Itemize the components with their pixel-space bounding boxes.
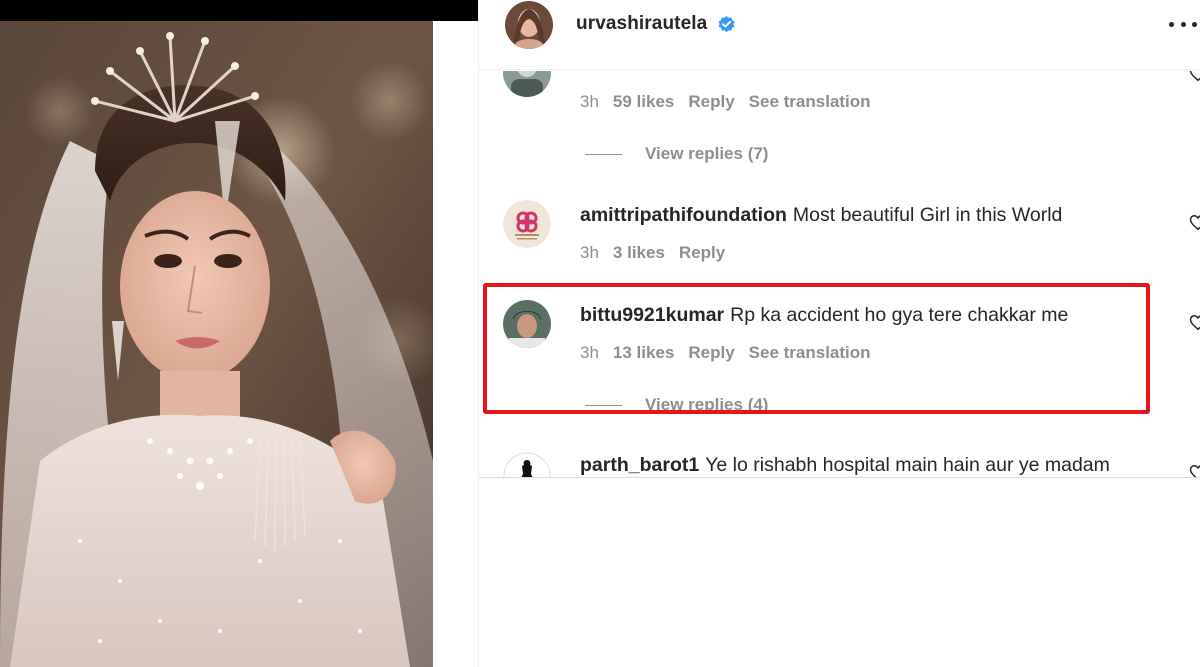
comment-content: amittripathifoundation Most beautiful Gir… [580,204,1062,227]
post-photo[interactable] [0,21,433,667]
comment-likes[interactable]: 59 likes [613,92,674,111]
like-heart-icon[interactable] [1189,314,1200,331]
media-top-bar [0,0,478,21]
comment-text: Ye lo rishabh hospital main hain aur ye … [705,454,1110,476]
comment-text: Rp ka accident ho gya tere chakkar me [730,304,1069,326]
comments-list[interactable]: 3h 59 likes Reply See translation View repl… [479,71,1200,478]
replies-divider-line [585,405,622,407]
see-translation-button[interactable]: See translation [749,343,871,362]
replies-divider-line [585,154,622,156]
comment-text: Most beautiful Girl in this World [792,204,1063,226]
comment-time: 3h [580,343,599,362]
comment-avatar[interactable] [503,200,551,248]
author-avatar[interactable] [505,1,553,49]
comment-avatar[interactable] [503,71,551,97]
comment-meta: 3h 3 likes Reply [580,243,739,263]
comment-likes[interactable]: 3 likes [613,243,665,262]
comments-divider [479,477,1200,478]
comments-panel: urvashirautela 3h 59 likes Reply See transl… [478,0,1200,667]
reply-button[interactable]: Reply [679,243,725,262]
comment-time: 3h [580,92,599,111]
view-replies-label: View replies (7) [645,144,769,163]
comment-meta: 3h 13 likes Reply See translation [580,343,885,363]
reply-button[interactable]: Reply [688,92,734,111]
comment-avatar[interactable] [503,452,551,478]
author-username[interactable]: urvashirautela [576,13,707,35]
comment-content [580,71,586,78]
like-heart-icon[interactable] [1189,214,1200,231]
like-heart-icon[interactable] [1189,464,1200,478]
comment-username[interactable]: amittripathifoundation [580,204,787,226]
comment-username[interactable]: parth_barot1 [580,454,699,476]
verified-badge-icon [718,15,735,33]
comment-content: bittu9921kumar Rp ka accident ho gya tere… [580,304,1068,327]
comment-avatar[interactable] [503,300,551,348]
view-replies-label: View replies (4) [645,395,769,414]
see-translation-button[interactable]: See translation [749,92,871,111]
comment-content: parth_barot1 Ye lo rishabh hospital main … [580,454,1110,477]
comment-username[interactable]: bittu9921kumar [580,304,724,326]
comment-time: 3h [580,243,599,262]
comment-meta: 3h 59 likes Reply See translation [580,92,885,112]
reply-button[interactable]: Reply [688,343,734,362]
view-replies-button[interactable]: View replies (7) [585,144,768,164]
like-heart-icon[interactable] [1189,71,1200,82]
bride-portrait-image [0,21,433,667]
view-replies-button[interactable]: View replies (4) [585,395,768,415]
post-header: urvashirautela [479,0,1200,70]
comment-likes[interactable]: 13 likes [613,343,674,362]
more-options-icon[interactable] [1169,14,1197,34]
post-media-panel [0,0,478,667]
